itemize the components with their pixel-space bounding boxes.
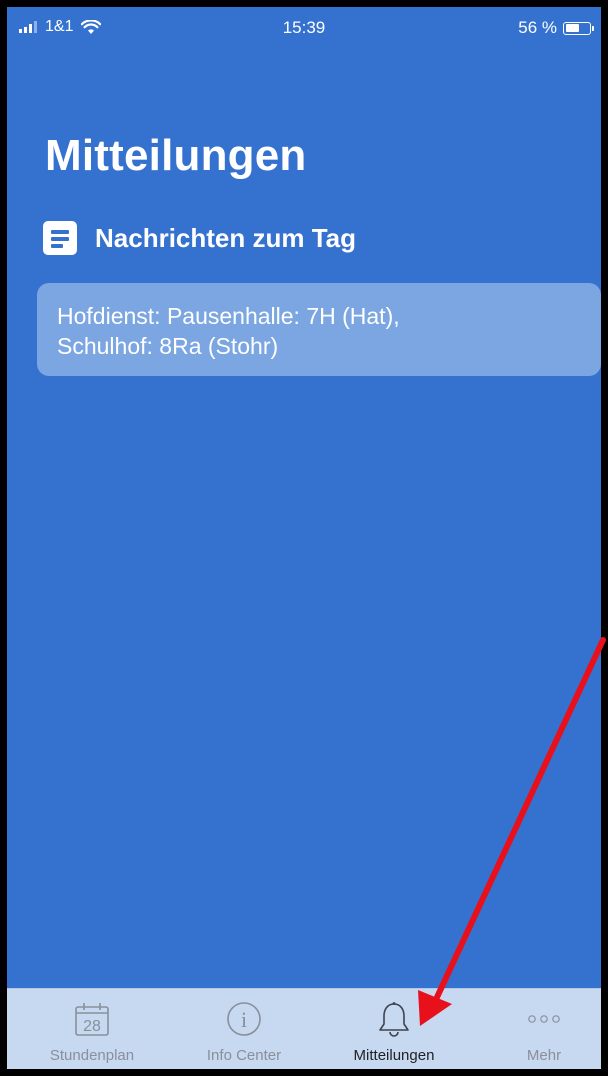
svg-text:28: 28 (83, 1018, 101, 1035)
tab-bar: 28 Stundenplan i Info Center Mitteilunge… (7, 988, 601, 1069)
tab-label: Mitteilungen (353, 1047, 435, 1064)
message-text-line-2: Schulhof: 8Ra (Stohr) (57, 333, 279, 359)
more-icon (528, 1015, 560, 1023)
tab-label: Mehr (526, 1047, 562, 1064)
tab-label: Info Center (206, 1047, 282, 1064)
svg-text:i: i (241, 1007, 247, 1032)
section-header: Nachrichten zum Tag (43, 221, 356, 255)
calendar-icon: 28 (75, 1003, 109, 1036)
info-icon: i (227, 1002, 261, 1036)
tab-label: Stundenplan (49, 1047, 135, 1064)
battery-percent: 56 % (518, 18, 557, 37)
section-title: Nachrichten zum Tag (95, 222, 357, 253)
battery-icon (563, 21, 594, 35)
page-title: Mitteilungen (45, 131, 307, 180)
bell-icon (379, 1002, 409, 1037)
tab-mitteilungen[interactable]: Mitteilungen (324, 989, 464, 1069)
message-text-line-1: Hofdienst: Pausenhalle: 7H (Hat), (57, 303, 400, 329)
app-screen: 1&1 15:39 56 % Mitteilungen Nachrichten … (0, 0, 608, 1076)
status-time: 15:39 (282, 18, 326, 37)
document-icon (43, 221, 77, 255)
status-bar: 1&1 15:39 56 % (7, 7, 601, 55)
status-right: 56 % (518, 18, 594, 38)
tab-mehr[interactable]: Mehr (474, 989, 601, 1069)
tab-stundenplan[interactable]: 28 Stundenplan (22, 989, 162, 1069)
message-card[interactable]: Hofdienst: Pausenhalle: 7H (Hat), Schulh… (37, 283, 601, 376)
tab-info-center[interactable]: i Info Center (174, 989, 314, 1069)
